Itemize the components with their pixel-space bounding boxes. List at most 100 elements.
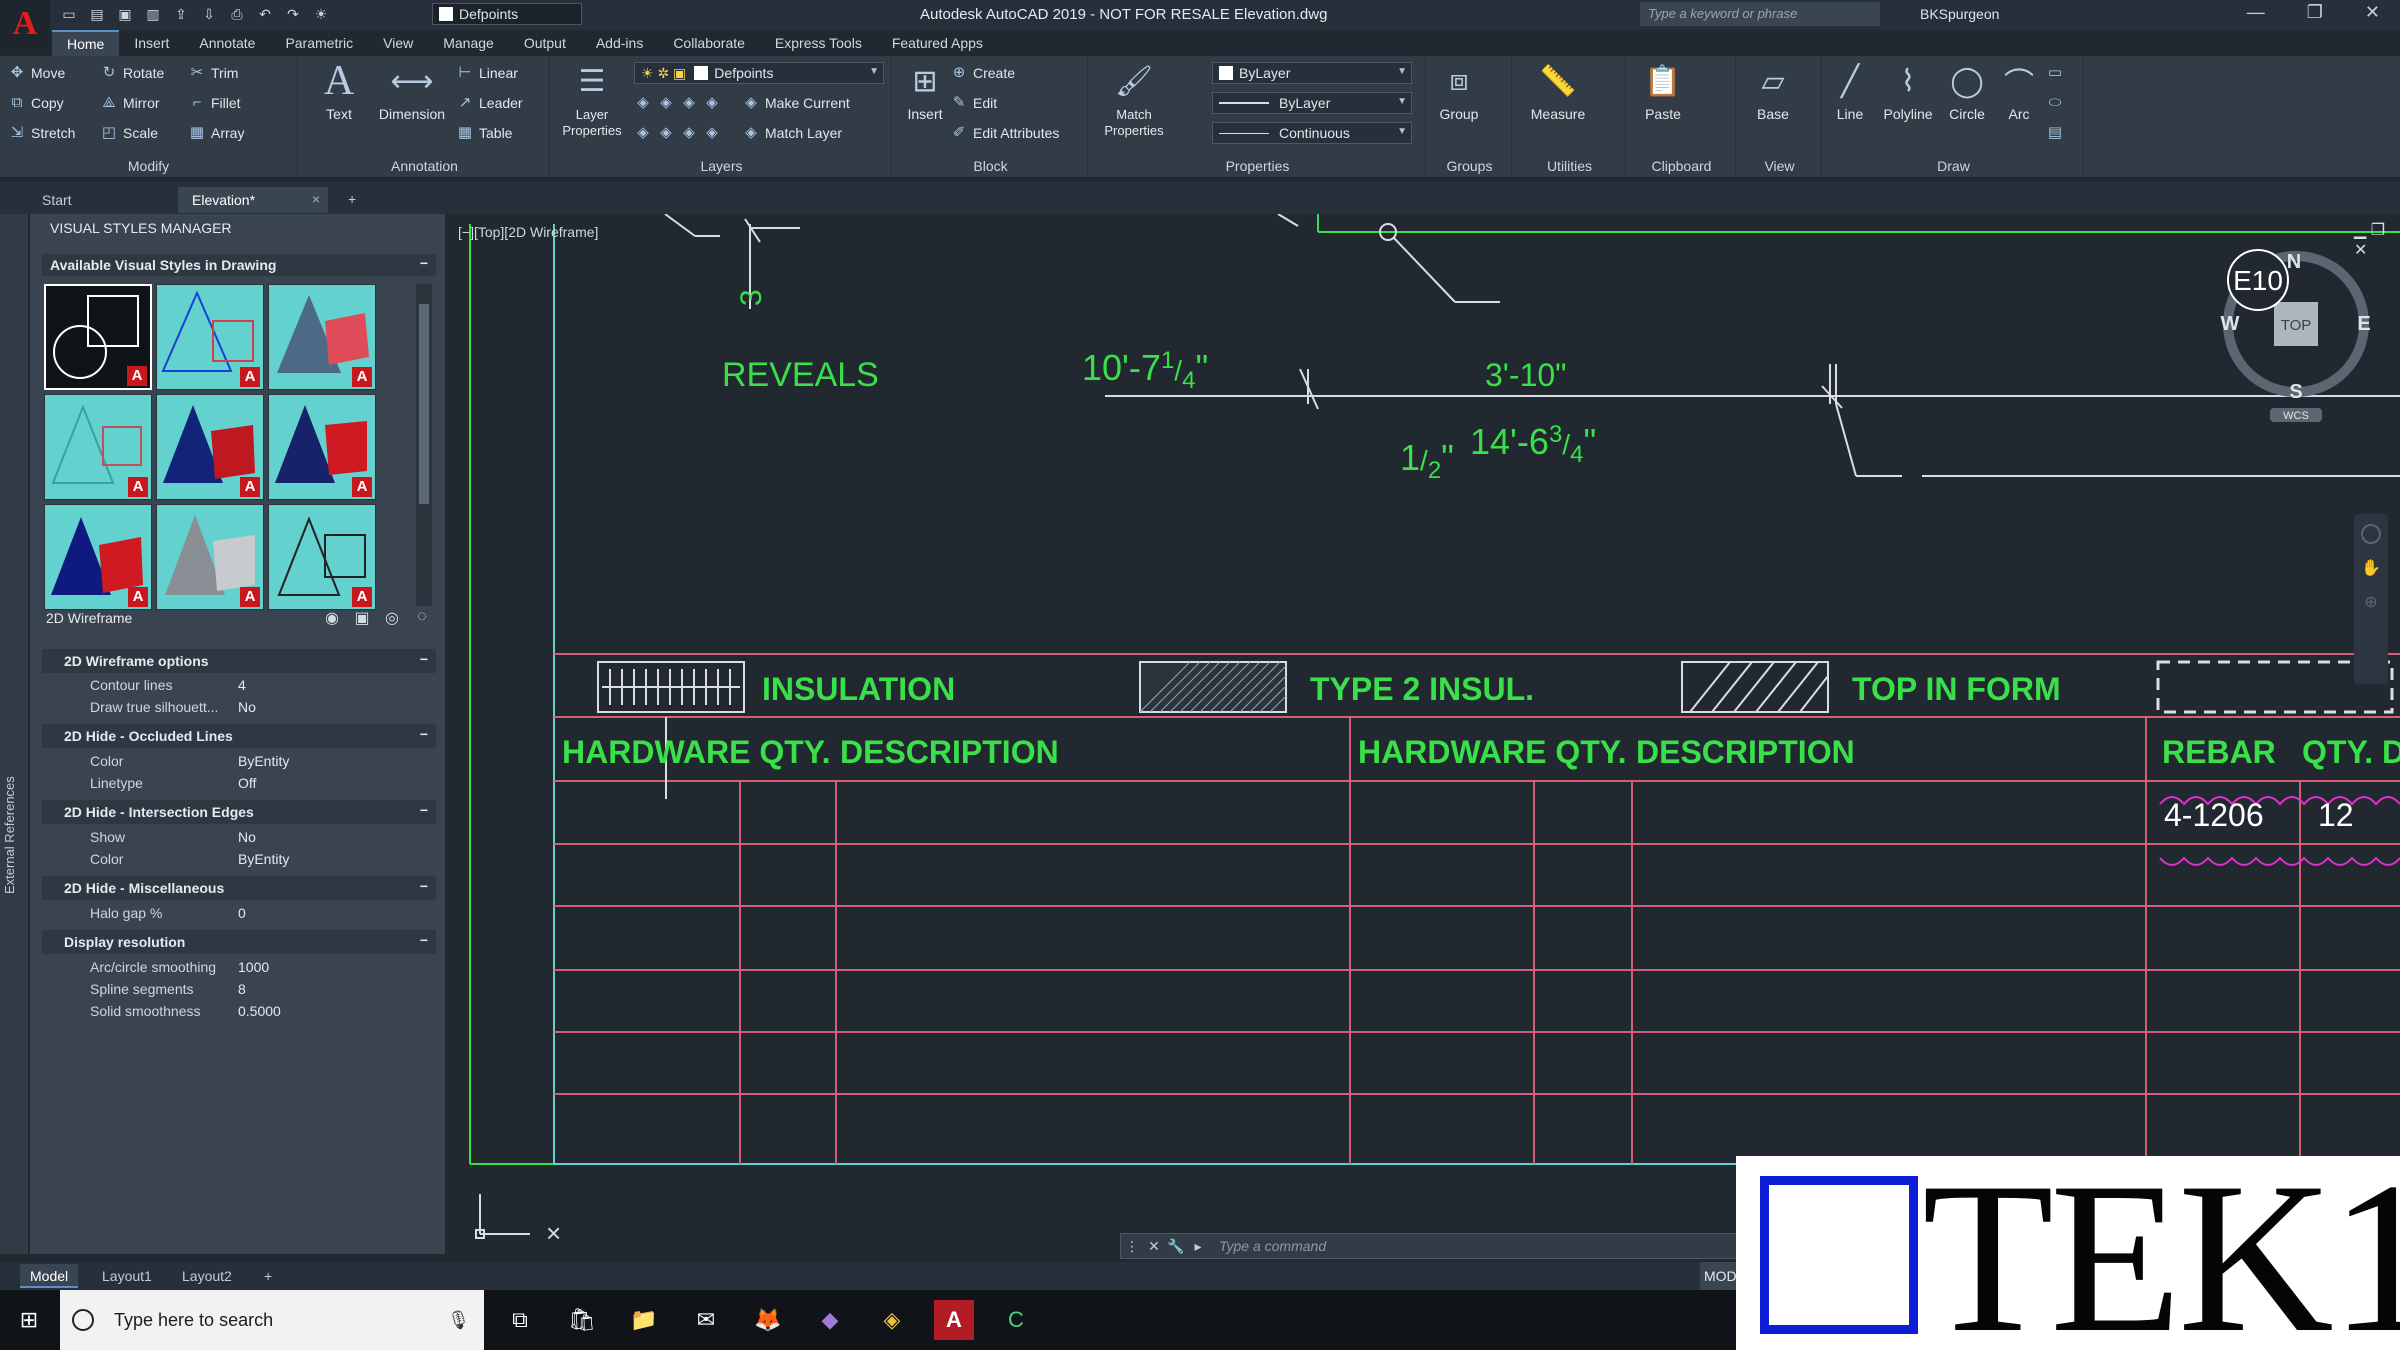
layer-properties-button[interactable]: ☰ Layer Properties [554,60,630,139]
tab-add-ins[interactable]: Add-ins [581,31,658,55]
table-button[interactable]: ▦ Table [456,124,513,142]
collapse-icon[interactable]: − [420,932,428,948]
color-combo[interactable]: ByLayer ▼ [1212,62,1412,84]
file-tab-start[interactable]: Start [28,187,178,213]
tab-output[interactable]: Output [509,31,581,55]
taskbar-search[interactable]: Type here to search 🎙 [60,1290,484,1350]
visual-studio-icon[interactable]: ◆ [810,1300,850,1340]
edit-block-button[interactable]: ✎ Edit [950,94,997,112]
styles-scrollbar[interactable] [416,284,432,606]
tab-express-tools[interactable]: Express Tools [760,31,877,55]
redo-icon[interactable]: ↷ [282,3,304,25]
style-thumb-shaded[interactable]: A [268,394,376,500]
plot-icon[interactable]: ⎙ [226,3,248,25]
windows-start-icon[interactable]: ⊞ [0,1290,58,1350]
collapse-icon[interactable]: − [420,878,428,894]
git-icon[interactable]: ◈ [872,1300,912,1340]
compass-e[interactable]: E [2357,313,2370,335]
stretch-button[interactable]: ⇲ Stretch [8,124,76,142]
line-button[interactable]: ╱ Line [1824,60,1876,123]
base-view-button[interactable]: ▱ Base [1742,60,1804,123]
edit-attributes-button[interactable]: ✐ Edit Attributes [950,124,1060,142]
application-menu-button[interactable]: A [0,0,50,48]
layer-lock-icon[interactable]: ◈ [703,94,721,112]
restore-icon[interactable]: ❐ [2307,2,2323,23]
panel-title-block[interactable]: Block [894,158,1087,174]
export-style-icon[interactable]: ◎ [380,608,404,630]
prop-row[interactable]: Arc/circle smoothing 1000 [42,956,436,978]
layer-bulb-icon[interactable]: ☀ [310,3,332,25]
minimize-icon[interactable]: — [2247,2,2265,23]
hatch-button[interactable]: ▤ [2046,124,2064,142]
panel-title-layers[interactable]: Layers [552,158,891,174]
tab-home[interactable]: Home [52,30,120,56]
style-thumb-realistic[interactable]: A [156,394,264,500]
prop-value[interactable]: 8 [238,981,246,997]
prop-value[interactable]: No [238,699,256,715]
tab-manage[interactable]: Manage [428,31,509,55]
section-2d-wireframe-options[interactable]: 2D Wireframe options − [42,649,436,673]
help-search-input[interactable]: Type a keyword or phrase [1640,2,1880,26]
layout-tab-layout1[interactable]: Layout1 [92,1264,162,1288]
text-button[interactable]: A Text [308,58,370,122]
open-web-icon[interactable]: ⇪ [170,3,192,25]
style-thumb-2d-wireframe[interactable]: A [44,284,152,390]
layer-freeze-icon[interactable]: ◈ [680,94,698,112]
prop-value[interactable]: ByEntity [238,851,289,867]
save-web-icon[interactable]: ⇩ [198,3,220,25]
layout-tab-layout2[interactable]: Layout2 [172,1264,242,1288]
file-explorer-icon[interactable]: 📁 [624,1300,664,1340]
tab-parametric[interactable]: Parametric [270,31,368,55]
style-thumb-shades-of-gray[interactable]: A [156,504,264,610]
viewport-close-icon[interactable]: ✕ [2354,242,2367,259]
collapse-icon[interactable]: − [420,726,428,742]
undo-icon[interactable]: ↶ [254,3,276,25]
autocad-taskbar-icon[interactable]: A [934,1300,974,1340]
trim-button[interactable]: ✂ Trim [188,64,239,82]
collapse-icon[interactable]: − [420,651,428,667]
steering-wheel-icon[interactable] [2361,524,2381,544]
firefox-icon[interactable]: 🦊 [748,1300,788,1340]
prop-row[interactable]: Solid smoothness 0.5000 [42,1000,436,1022]
viewport-minimize-icon[interactable]: ▁ [2354,222,2366,239]
command-grip-icon[interactable]: ⋮ [1121,1238,1143,1255]
prop-value[interactable]: Off [238,775,256,791]
style-thumb-conceptual[interactable]: A [268,284,376,390]
mail-icon[interactable]: ✉ [686,1300,726,1340]
layer-walk-icon[interactable]: ◈ [657,124,675,142]
file-tab-elevation[interactable]: Elevation* [178,187,328,213]
panel-title-draw[interactable]: Draw [1824,158,2083,174]
copy-button[interactable]: ⧉ Copy [8,94,64,112]
prop-row[interactable]: Contour lines 4 [42,674,436,696]
layout-tab-model[interactable]: Model [20,1264,79,1288]
section-occluded-lines[interactable]: 2D Hide - Occluded Lines − [42,724,436,748]
prop-row[interactable]: Spline segments 8 [42,978,436,1000]
layer-dropdown[interactable]: Defpoints [432,3,582,25]
panel-title-utilities[interactable]: Utilities [1514,158,1625,174]
array-button[interactable]: ▦ Array [188,124,245,142]
command-input[interactable]: Type a command [1219,1238,1326,1254]
camtasia-icon[interactable]: C [996,1300,1036,1340]
tab-insert[interactable]: Insert [119,31,184,55]
dimension-button[interactable]: ⟷ Dimension [370,60,454,123]
lineweight-combo[interactable]: ByLayer ▼ [1212,92,1412,114]
viewport-controls-label[interactable]: [−][Top][2D Wireframe] [458,224,598,240]
prop-value[interactable]: ByEntity [238,753,289,769]
rotate-button[interactable]: ↻ Rotate [100,64,165,82]
tab-view[interactable]: View [368,31,428,55]
prop-value[interactable]: 4 [238,677,246,693]
add-layout-icon[interactable]: + [254,1264,282,1288]
drawing-canvas[interactable]: 3 REVEALS 10'-71/4" 1/2" 14'-63/4" 3'-10… [450,214,2400,1268]
ellipse-button[interactable]: ⬭ [2046,94,2064,112]
circle-button[interactable]: ◯ Circle [1940,60,1994,123]
collapse-icon[interactable]: − [420,802,428,818]
scale-button[interactable]: ◰ Scale [100,124,158,142]
prop-row[interactable]: Color ByEntity [42,848,436,870]
panel-title-view[interactable]: View [1738,158,1821,174]
panel-title-groups[interactable]: Groups [1428,158,1511,174]
compass-n[interactable]: N [2287,251,2301,273]
compass-w[interactable]: W [2221,313,2240,335]
section-miscellaneous[interactable]: 2D Hide - Miscellaneous − [42,876,436,900]
pan-icon[interactable]: ✋ [2361,558,2381,578]
measure-button[interactable]: 📏 Measure [1518,60,1598,123]
